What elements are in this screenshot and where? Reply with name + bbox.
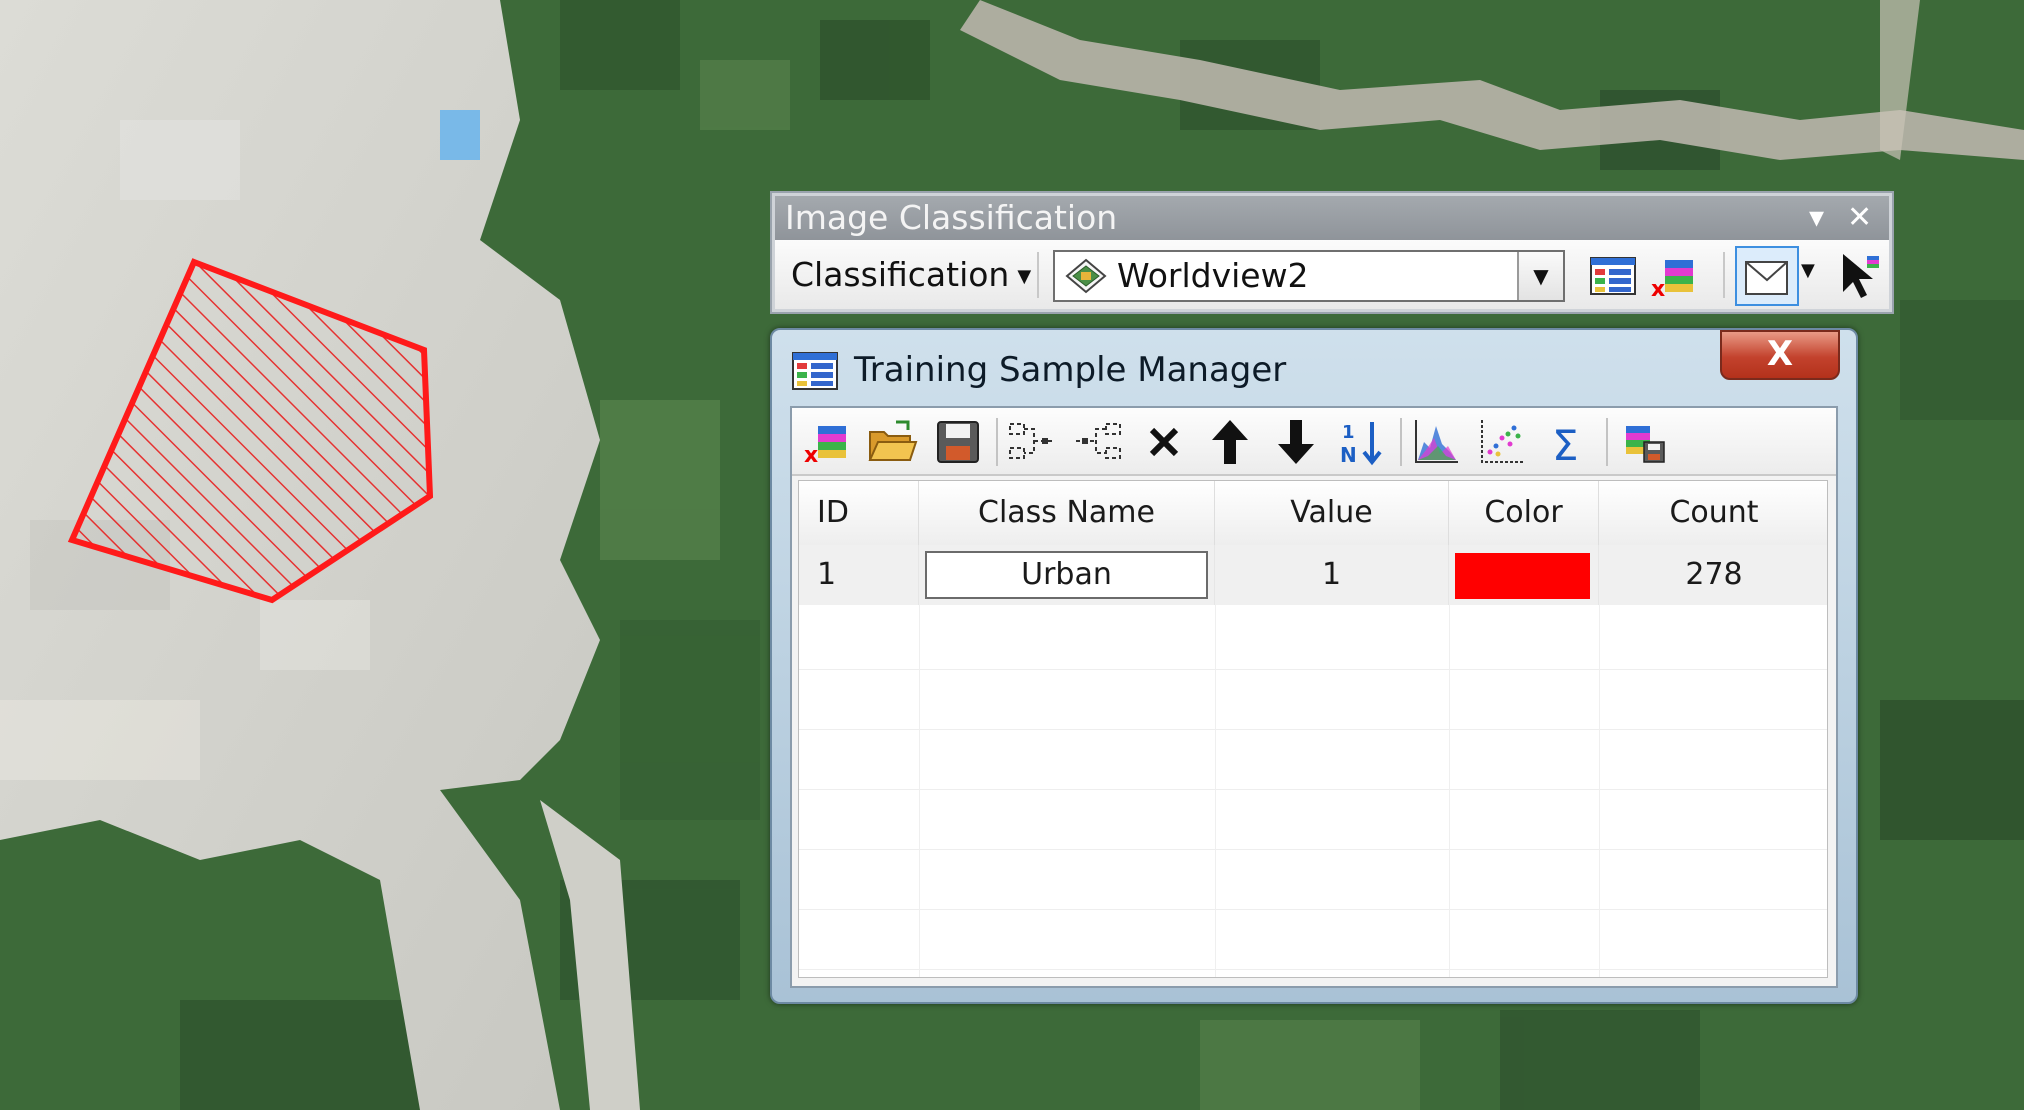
grid-line: [1449, 605, 1450, 977]
toolbar-options-icon[interactable]: ▾: [1809, 196, 1824, 240]
window-titlebar[interactable]: Training Sample Manager: [792, 342, 1286, 398]
window-title: Training Sample Manager: [854, 350, 1287, 390]
cell-id: 1: [799, 545, 919, 605]
grid-line: [799, 849, 1827, 850]
cell-count: 278: [1685, 557, 1743, 592]
svg-text:1: 1: [1342, 422, 1355, 443]
table-header: ID Class Name Value Color Count: [799, 481, 1827, 546]
image-classification-toolbar: Image Classification ▾ ✕ Classification ▼…: [772, 193, 1892, 312]
split-icon[interactable]: [1072, 416, 1124, 468]
draw-polygon-icon: [1745, 261, 1788, 295]
grid-line: [799, 669, 1827, 670]
delete-icon[interactable]: [1138, 416, 1190, 468]
svg-text:x: x: [1651, 277, 1665, 302]
chevron-down-icon[interactable]: ▼: [1517, 252, 1563, 300]
window-content: x 1 N Σ ID Class Name Value Color Count …: [790, 406, 1838, 988]
chevron-down-icon[interactable]: ▼: [1801, 260, 1815, 281]
cell-class-name[interactable]: Urban: [919, 545, 1215, 605]
training-sample-manager-window: Training Sample Manager X x 1 N Σ ID Cla…: [770, 328, 1858, 1004]
grid-line: [1215, 605, 1216, 977]
column-header-count[interactable]: Count: [1599, 481, 1827, 545]
layer-select-value: Worldview2: [1117, 256, 1309, 295]
create-signature-icon[interactable]: [1618, 416, 1670, 468]
column-header-color[interactable]: Color: [1449, 481, 1599, 545]
move-up-icon[interactable]: [1204, 416, 1256, 468]
delete-samples-icon[interactable]: x: [800, 416, 852, 468]
column-header-id[interactable]: ID: [799, 481, 919, 545]
layer-select[interactable]: Worldview2 ▼: [1053, 250, 1565, 302]
toolbar-separator: [1723, 252, 1725, 298]
draw-polygon-button[interactable]: [1735, 246, 1799, 306]
classification-menu-button[interactable]: Classification ▼: [791, 250, 1031, 302]
select-pointer-icon[interactable]: [1833, 250, 1885, 302]
close-icon: X: [1766, 334, 1794, 374]
toolbar-separator: [1606, 418, 1608, 466]
cell-color[interactable]: [1449, 545, 1599, 605]
toolbar-title: Image Classification: [785, 198, 1118, 237]
svg-text:N: N: [1340, 443, 1357, 467]
table-row[interactable]: 1 Urban 1 278: [799, 545, 1827, 605]
toolbar-close-icon[interactable]: ✕: [1847, 196, 1872, 240]
toolbar-body: Classification ▼ Worldview2 ▼ x ▼: [775, 240, 1889, 309]
grid-line: [799, 909, 1827, 910]
statistics-icon[interactable]: Σ: [1542, 416, 1594, 468]
cell-value: 1: [1215, 545, 1449, 605]
column-header-value[interactable]: Value: [1215, 481, 1449, 545]
class-color-swatch[interactable]: [1455, 553, 1590, 599]
column-header-class-name[interactable]: Class Name: [919, 481, 1215, 545]
chevron-down-icon: ▼: [1017, 265, 1032, 287]
toolbar-titlebar[interactable]: Image Classification ▾ ✕: [775, 196, 1889, 240]
svg-text:Σ: Σ: [1552, 421, 1579, 468]
training-samples-table[interactable]: ID Class Name Value Color Count 1 Urban …: [798, 480, 1828, 978]
grid-line: [919, 605, 920, 977]
toolbar-separator: [996, 418, 998, 466]
grid-line: [799, 789, 1827, 790]
toolbar-separator: [1400, 418, 1402, 466]
histogram-icon[interactable]: [1410, 416, 1462, 468]
class-name-editor[interactable]: Urban: [925, 551, 1208, 599]
clear-samples-icon[interactable]: x: [1647, 250, 1699, 302]
move-down-icon[interactable]: [1270, 416, 1322, 468]
svg-text:x: x: [804, 443, 818, 468]
toolbar-separator: [1037, 252, 1039, 298]
grid-line: [799, 729, 1827, 730]
raster-layer-icon: [1065, 258, 1107, 294]
merge-icon[interactable]: [1006, 416, 1058, 468]
reset-ids-icon[interactable]: 1 N: [1336, 416, 1388, 468]
sample-manager-toolbar: x 1 N Σ: [792, 408, 1836, 476]
open-icon[interactable]: [866, 416, 918, 468]
training-sample-manager-icon[interactable]: [1587, 250, 1639, 302]
classification-menu-label: Classification: [791, 255, 1010, 294]
close-button[interactable]: X: [1720, 330, 1840, 380]
grid-line: [799, 969, 1827, 970]
grid-line: [1599, 605, 1600, 977]
training-sample-manager-icon: [792, 352, 838, 390]
save-icon[interactable]: [932, 416, 984, 468]
scatterplot-icon[interactable]: [1476, 416, 1528, 468]
